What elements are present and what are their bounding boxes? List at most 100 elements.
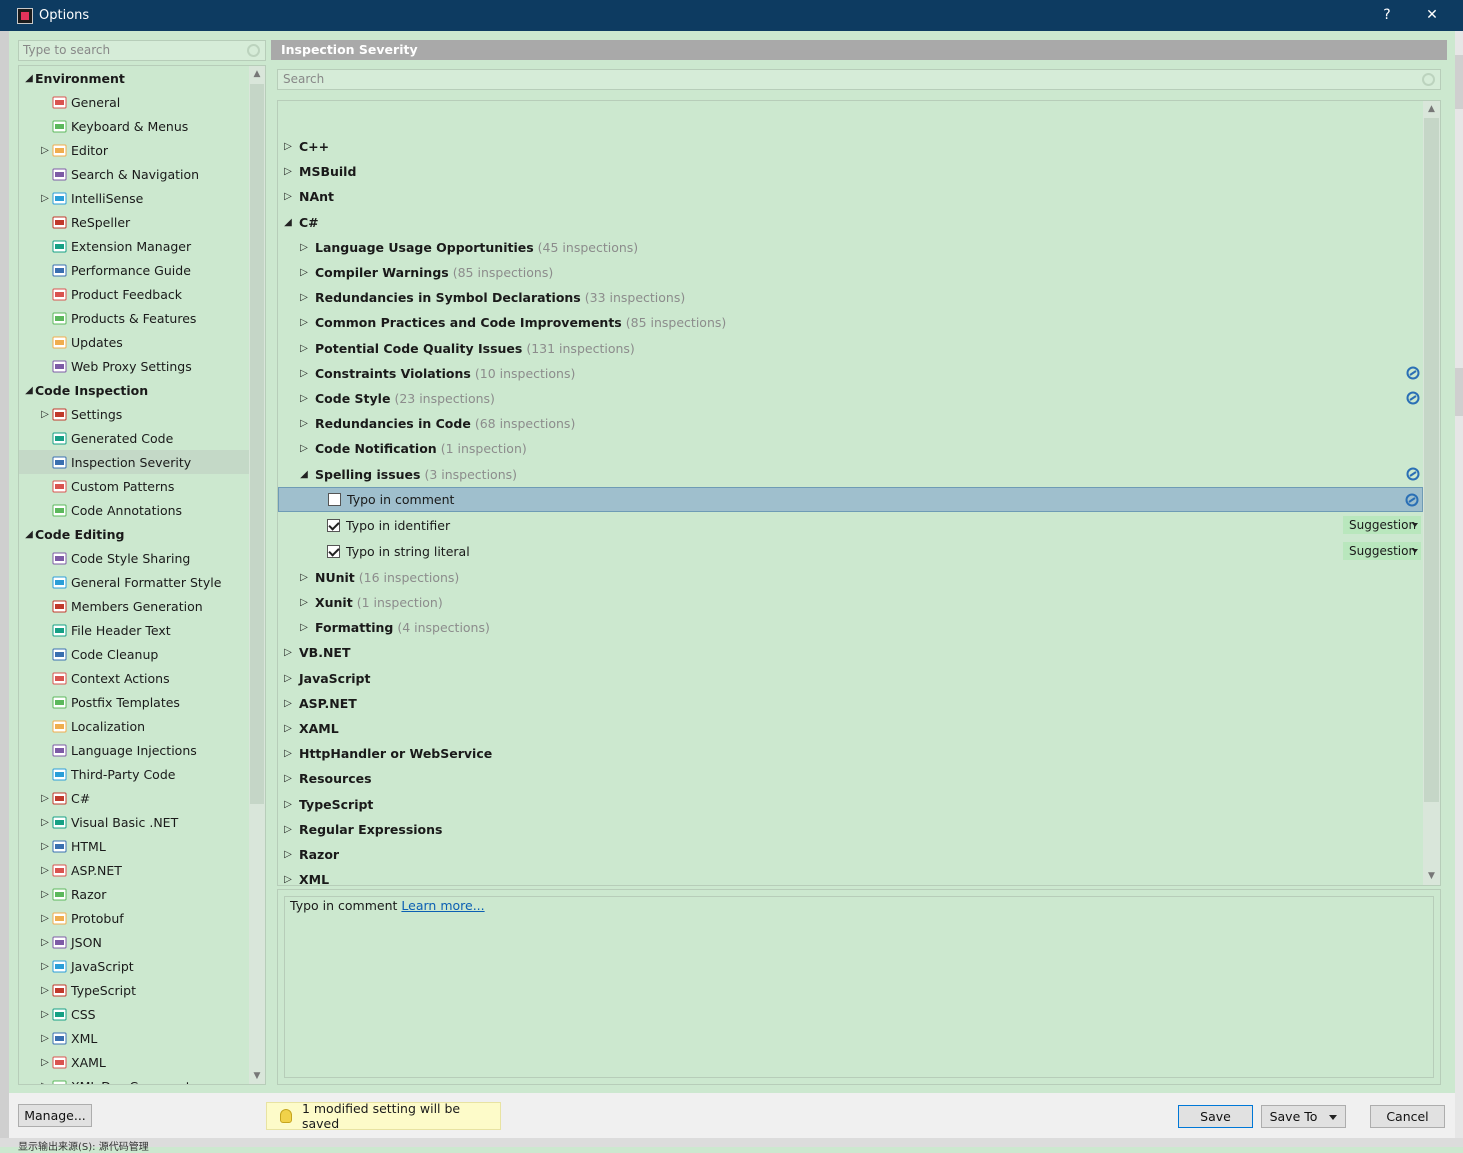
inspection-item-typo-in-comment[interactable]: Typo in comment [278,487,1423,512]
tree-item-visual-basic-net[interactable]: ▷ Visual Basic .NET [19,810,249,834]
tree-item-editor[interactable]: ▷ Editor [19,138,249,162]
expand-icon[interactable]: ▷ [297,572,311,583]
tree-item-xml[interactable]: ▷ XML [19,1026,249,1050]
inspection-group-code-notification[interactable]: ▷ Code Notification (1 inspection) [278,436,1423,461]
expand-icon[interactable]: ▷ [39,1057,51,1068]
tree-item-postfix-templates[interactable]: Postfix Templates [19,690,249,714]
tree-item-code-style-sharing[interactable]: Code Style Sharing [19,546,249,570]
inspection-group-potential-code-quality-issues[interactable]: ▷ Potential Code Quality Issues (131 inspe… [278,336,1423,361]
manage-button[interactable]: Manage... [18,1104,92,1127]
tree-item-extension-manager[interactable]: Extension Manager [19,234,249,258]
expand-icon[interactable]: ▷ [297,597,311,608]
expand-icon[interactable]: ▷ [281,647,295,658]
inspection-scrollbar[interactable]: ▲ ▼ [1423,101,1440,885]
cancel-button[interactable]: Cancel [1370,1105,1445,1128]
expand-icon[interactable]: ▷ [297,622,311,633]
expand-icon[interactable]: ▷ [297,368,311,379]
tree-item-javascript[interactable]: ▷ JavaScript [19,954,249,978]
tree-item-performance-guide[interactable]: Performance Guide [19,258,249,282]
mixed-severity-icon[interactable] [1406,467,1420,481]
expand-icon[interactable]: ▷ [39,889,51,900]
severity-dropdown[interactable]: Suggestion [1343,542,1421,560]
expand-icon[interactable]: ▷ [281,698,295,709]
tree-item-css[interactable]: ▷ CSS [19,1002,249,1026]
inspection-group-formatting[interactable]: ▷ Formatting (4 inspections) [278,615,1423,640]
expand-icon[interactable]: ▷ [39,1033,51,1044]
tree-item-code-inspection[interactable]: ◢ Code Inspection [19,378,249,402]
tree-item-razor[interactable]: ▷ Razor [19,882,249,906]
inspection-group-javascript[interactable]: ▷ JavaScript [278,666,1423,691]
inspection-group-xaml[interactable]: ▷ XAML [278,716,1423,741]
severity-dropdown[interactable]: Suggestion [1343,516,1421,534]
inspection-group-nant[interactable]: ▷ NAnt [278,184,1423,209]
expand-icon[interactable]: ▷ [39,1081,51,1085]
expand-icon[interactable]: ▷ [297,393,311,404]
tree-item-typescript[interactable]: ▷ TypeScript [19,978,249,1002]
expand-icon[interactable]: ▷ [297,317,311,328]
inspection-group-spelling-issues[interactable]: ◢ Spelling issues (3 inspections) [278,462,1423,487]
expand-icon[interactable]: ▷ [281,141,295,152]
tree-item-inspection-severity[interactable]: Inspection Severity [19,450,249,474]
expand-icon[interactable]: ▷ [281,874,295,885]
tree-item-members-generation[interactable]: Members Generation [19,594,249,618]
tree-item-code-editing[interactable]: ◢ Code Editing [19,522,249,546]
inspection-group-redundancies-in-code[interactable]: ▷ Redundancies in Code (68 inspections) [278,411,1423,436]
expand-icon[interactable]: ▷ [297,418,311,429]
inspection-group-msbuild[interactable]: ▷ MSBuild [278,159,1423,184]
collapse-icon[interactable]: ◢ [23,529,35,540]
expand-icon[interactable]: ▷ [281,723,295,734]
inspection-scroll-thumb[interactable] [1424,118,1439,802]
tree-item-generated-code[interactable]: Generated Code [19,426,249,450]
expand-icon[interactable]: ▷ [39,145,51,156]
inspection-group-resources[interactable]: ▷ Resources [278,766,1423,791]
tree-scrollbar[interactable]: ▲ ▼ [249,66,265,1084]
scroll-up-icon[interactable]: ▲ [1423,101,1440,118]
tree-item-json[interactable]: ▷ JSON [19,930,249,954]
expand-icon[interactable]: ▷ [39,817,51,828]
collapse-icon[interactable]: ◢ [297,469,311,480]
inspection-group-constraints-violations[interactable]: ▷ Constraints Violations (10 inspections) [278,361,1423,386]
inspection-item-typo-in-identifier[interactable]: Typo in identifier Suggestion [278,513,1423,538]
save-button[interactable]: Save [1178,1105,1253,1128]
expand-icon[interactable]: ▷ [39,985,51,996]
expand-icon[interactable]: ▷ [39,1009,51,1020]
tree-item-environment[interactable]: ◢ Environment [19,66,249,90]
inspection-group-code-style[interactable]: ▷ Code Style (23 inspections) [278,386,1423,411]
expand-icon[interactable]: ▷ [297,343,311,354]
expand-icon[interactable]: ▷ [39,409,51,420]
help-button[interactable]: ? [1365,0,1409,31]
tree-item-c[interactable]: ▷ C# [19,786,249,810]
collapse-icon[interactable]: ◢ [23,385,35,396]
tree-item-updates[interactable]: Updates [19,330,249,354]
tree-item-code-annotations[interactable]: Code Annotations [19,498,249,522]
expand-icon[interactable]: ▷ [297,292,311,303]
inspection-checkbox[interactable] [327,519,340,532]
tree-scroll-thumb[interactable] [250,84,264,804]
inspection-group-xml[interactable]: ▷ XML [278,867,1423,885]
expand-icon[interactable]: ▷ [297,443,311,454]
scroll-down-icon[interactable]: ▼ [1423,868,1440,885]
tree-item-localization[interactable]: Localization [19,714,249,738]
tree-item-third-party-code[interactable]: Third-Party Code [19,762,249,786]
tree-item-context-actions[interactable]: Context Actions [19,666,249,690]
inspection-group-c[interactable]: ▷ C++ [278,134,1423,159]
inspection-group-razor[interactable]: ▷ Razor [278,842,1423,867]
tree-item-products-features[interactable]: Products & Features [19,306,249,330]
tree-item-product-feedback[interactable]: Product Feedback [19,282,249,306]
expand-icon[interactable]: ▷ [281,824,295,835]
inspection-group-c[interactable]: ◢ C# [278,210,1423,235]
tree-item-xaml[interactable]: ▷ XAML [19,1050,249,1074]
expand-icon[interactable]: ▷ [281,799,295,810]
tree-item-html[interactable]: ▷ HTML [19,834,249,858]
close-button[interactable]: ✕ [1410,0,1454,31]
tree-item-xml-doc-comments[interactable]: ▷ XML Doc Comments [19,1074,249,1085]
expand-icon[interactable]: ▷ [39,793,51,804]
tree-item-asp-net[interactable]: ▷ ASP.NET [19,858,249,882]
inspection-checkbox[interactable] [328,493,341,506]
tree-search-input[interactable]: Type to search [18,40,266,61]
tree-item-custom-patterns[interactable]: Custom Patterns [19,474,249,498]
tree-item-file-header-text[interactable]: File Header Text [19,618,249,642]
collapse-icon[interactable]: ◢ [23,73,35,84]
tree-item-keyboard-menus[interactable]: Keyboard & Menus [19,114,249,138]
inspection-search-input[interactable]: Search [277,69,1441,90]
